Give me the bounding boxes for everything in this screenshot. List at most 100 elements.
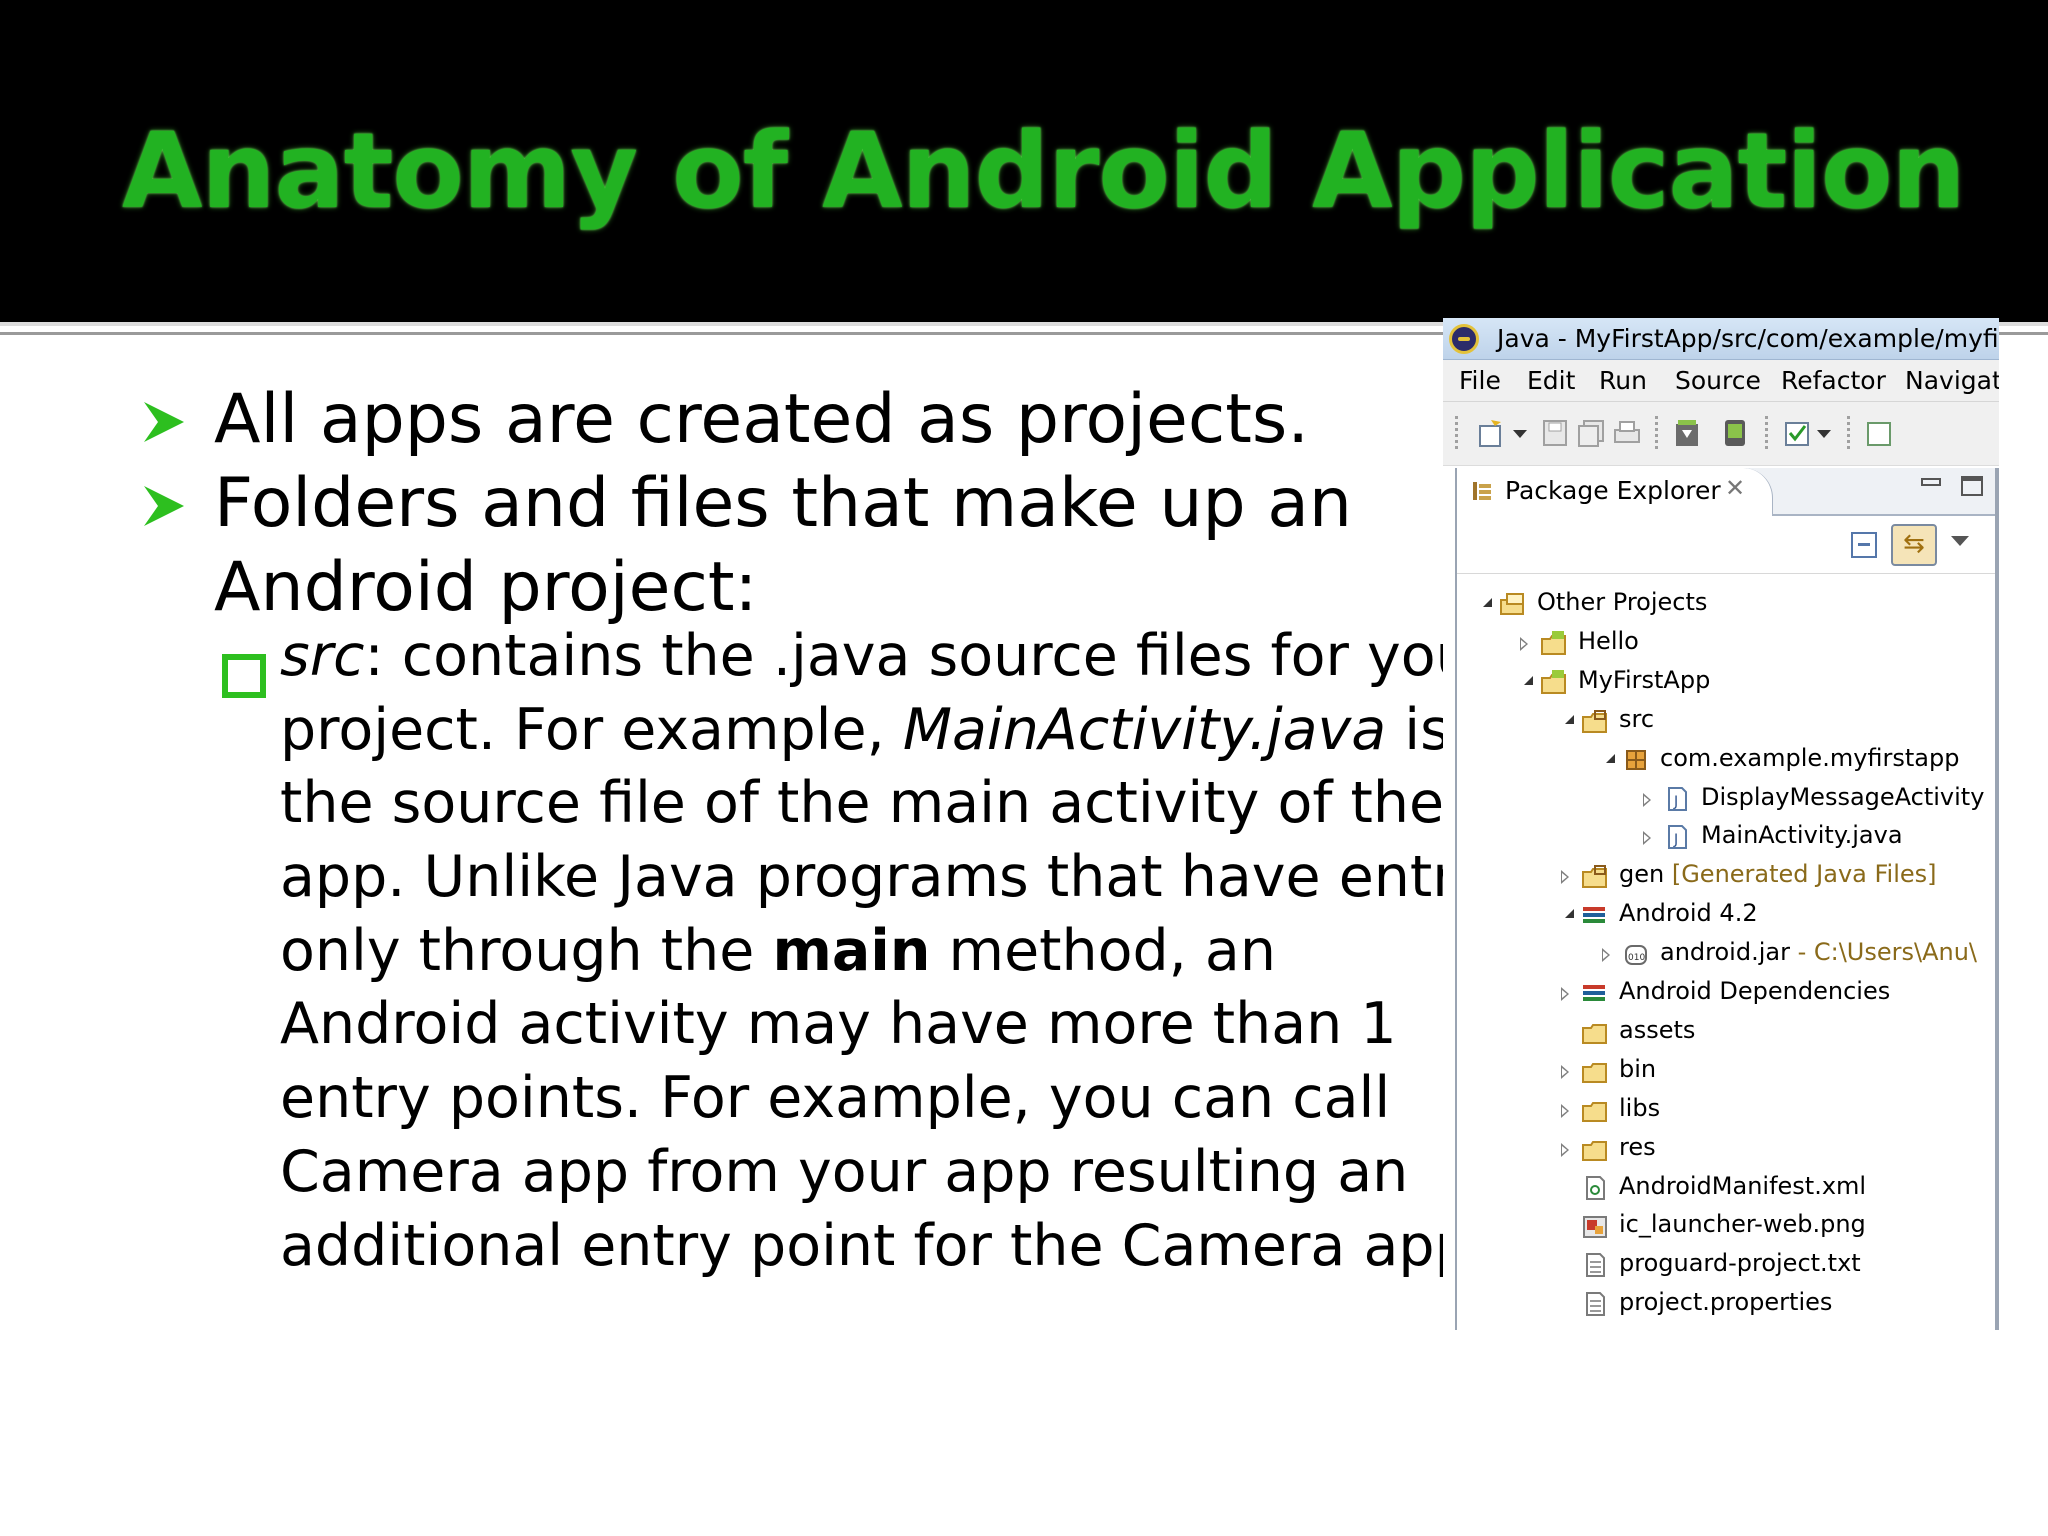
tree-item-label: android.jar - C:\Users\Anu\ bbox=[1660, 938, 1977, 966]
tree-item[interactable]: 010 android.jar - C:\Users\Anu\ bbox=[1457, 936, 1987, 974]
checkbox-bullet-icon bbox=[222, 654, 266, 698]
tree-item-name: proguard-project.txt bbox=[1619, 1249, 1861, 1278]
working-set-icon bbox=[1500, 593, 1524, 615]
toolbar-separator bbox=[1847, 416, 1850, 452]
tree-item-name: MainActivity.java bbox=[1701, 821, 1903, 850]
collapsed-arrow-icon[interactable] bbox=[1520, 636, 1528, 651]
print-icon[interactable] bbox=[1613, 418, 1641, 448]
tree-item[interactable]: AndroidManifest.xml bbox=[1457, 1170, 1987, 1208]
android-avd-manager-icon[interactable] bbox=[1721, 418, 1749, 448]
main-toolbar bbox=[1443, 402, 1999, 466]
tab-package-explorer[interactable]: Package Explorer ✕ bbox=[1457, 468, 1773, 516]
tree-item-label: Hello bbox=[1578, 627, 1639, 655]
open-type-icon[interactable] bbox=[1865, 418, 1893, 448]
tree-item[interactable]: ic_launcher-web.png bbox=[1457, 1208, 1987, 1246]
text-run: only through the bbox=[280, 917, 773, 984]
new-icon[interactable] bbox=[1477, 418, 1505, 448]
tree-item-label: proguard-project.txt bbox=[1619, 1249, 1861, 1277]
svg-text:J: J bbox=[1673, 794, 1678, 810]
tree-item-label: ic_launcher-web.png bbox=[1619, 1210, 1866, 1238]
menu-source[interactable]: Source bbox=[1675, 366, 1761, 395]
package-explorer-view: Package Explorer ✕ ⇆ Other Projects Hello… bbox=[1455, 468, 1999, 1330]
tree-item[interactable]: assets bbox=[1457, 1014, 1987, 1052]
tree-item-label: MyFirstApp bbox=[1578, 666, 1710, 694]
menu-edit[interactable]: Edit bbox=[1527, 366, 1575, 395]
tree-item[interactable]: proguard-project.txt bbox=[1457, 1247, 1987, 1285]
tree-item-label: bin bbox=[1619, 1055, 1656, 1083]
maximize-icon[interactable] bbox=[1961, 476, 1983, 496]
tree-item-label: Android Dependencies bbox=[1619, 977, 1890, 1005]
svg-text:010: 010 bbox=[1628, 953, 1645, 963]
collapsed-arrow-icon[interactable] bbox=[1561, 1103, 1569, 1118]
menu-run[interactable]: Run bbox=[1599, 366, 1647, 395]
save-all-icon[interactable] bbox=[1577, 418, 1605, 448]
tree-item[interactable]: gen [Generated Java Files] bbox=[1457, 858, 1987, 896]
menu-file[interactable]: File bbox=[1459, 366, 1501, 395]
eclipse-logo-icon bbox=[1449, 324, 1479, 354]
minimize-icon[interactable] bbox=[1921, 478, 1941, 486]
tree-item[interactable]: com.example.myfirstapp bbox=[1457, 742, 1987, 780]
link-with-editor-icon[interactable]: ⇆ bbox=[1891, 524, 1937, 566]
text-line: entry points. For example, you can call bbox=[280, 1062, 1450, 1136]
text-run: additional entry point for the Camera ap… bbox=[280, 1212, 1471, 1279]
tree-item[interactable]: Android 4.2 bbox=[1457, 897, 1987, 935]
tree-item-name: com.example.myfirstapp bbox=[1660, 743, 1960, 772]
tree-item-label: res bbox=[1619, 1133, 1656, 1161]
android-sdk-manager-icon[interactable] bbox=[1673, 418, 1701, 448]
collapsed-arrow-icon[interactable] bbox=[1561, 987, 1569, 1001]
tree-item-decoration: - C:\Users\Anu\ bbox=[1789, 938, 1978, 967]
collapsed-arrow-icon[interactable] bbox=[1561, 870, 1569, 885]
save-icon[interactable] bbox=[1541, 418, 1569, 448]
collapse-all-icon[interactable] bbox=[1851, 532, 1877, 558]
text-run: entry points. For example, you can call bbox=[280, 1065, 1391, 1132]
tree-item[interactable]: Hello bbox=[1457, 625, 1987, 663]
collapsed-arrow-icon[interactable] bbox=[1643, 792, 1651, 807]
new-dropdown-icon[interactable] bbox=[1513, 430, 1527, 438]
tree-item-name: Other Projects bbox=[1537, 588, 1708, 616]
menu-navigate[interactable]: Navigat bbox=[1905, 366, 1999, 395]
folder-icon bbox=[1582, 1140, 1607, 1161]
text-run: MainActivity.java bbox=[902, 696, 1387, 763]
collapsed-arrow-icon[interactable] bbox=[1561, 1064, 1569, 1079]
tree-item[interactable]: res bbox=[1457, 1131, 1987, 1169]
collapsed-arrow-icon[interactable] bbox=[1602, 948, 1610, 963]
tree-item-label: gen [Generated Java Files] bbox=[1619, 860, 1937, 888]
tree-item[interactable]: bin bbox=[1457, 1053, 1987, 1091]
tree-item-name: MyFirstApp bbox=[1578, 665, 1711, 694]
text-line: Android activity may have more than 1 bbox=[280, 988, 1450, 1062]
arrow-bullet-icon bbox=[144, 486, 184, 526]
tree-item[interactable]: Other Projects bbox=[1457, 586, 1987, 624]
tree-item-name: project.properties bbox=[1619, 1288, 1833, 1317]
close-icon[interactable]: ✕ bbox=[1725, 474, 1745, 502]
collapsed-arrow-icon[interactable] bbox=[1561, 1142, 1569, 1157]
xml-file-icon bbox=[1586, 1175, 1605, 1200]
tree-item[interactable]: J DisplayMessageActivity bbox=[1457, 781, 1987, 819]
tree-item-label: MainActivity.java bbox=[1701, 821, 1903, 849]
text-line: project. For example, MainActivity.java … bbox=[280, 694, 1450, 768]
view-menu-icon[interactable] bbox=[1951, 536, 1969, 546]
text-file-icon bbox=[1586, 1253, 1605, 1278]
menu-refactor[interactable]: Refactor bbox=[1781, 366, 1886, 395]
window-title: Java - MyFirstApp/src/com/example/myfirs… bbox=[1497, 324, 1999, 353]
view-tab-bar: Package Explorer ✕ bbox=[1457, 468, 1995, 516]
toolbar-separator bbox=[1655, 416, 1658, 452]
text-line: additional entry point for the Camera ap… bbox=[280, 1210, 1471, 1284]
source-folder-icon bbox=[1582, 865, 1607, 889]
tree-item-label: assets bbox=[1619, 1016, 1695, 1044]
text-file-icon bbox=[1586, 1292, 1605, 1317]
tree-item[interactable]: libs bbox=[1457, 1092, 1987, 1130]
tree-item-label: DisplayMessageActivity bbox=[1701, 783, 1984, 811]
tree-item[interactable]: project.properties bbox=[1457, 1286, 1987, 1324]
text-run: is bbox=[1386, 696, 1450, 763]
tree-item[interactable]: src bbox=[1457, 703, 1987, 741]
tree-item[interactable]: J MainActivity.java bbox=[1457, 819, 1987, 857]
tree-item-name: ic_launcher-web.png bbox=[1619, 1210, 1866, 1239]
text-run: the source file of the main activity of … bbox=[280, 770, 1445, 837]
tree-item-name: android.jar bbox=[1660, 938, 1790, 967]
tasks-dropdown-icon[interactable] bbox=[1817, 430, 1831, 438]
tree-item[interactable]: Android Dependencies bbox=[1457, 975, 1987, 1013]
collapsed-arrow-icon[interactable] bbox=[1643, 831, 1651, 846]
run-tasks-icon[interactable] bbox=[1783, 418, 1811, 448]
tree-item[interactable]: MyFirstApp bbox=[1457, 664, 1987, 702]
tree-item-label: Other Projects bbox=[1537, 588, 1707, 616]
